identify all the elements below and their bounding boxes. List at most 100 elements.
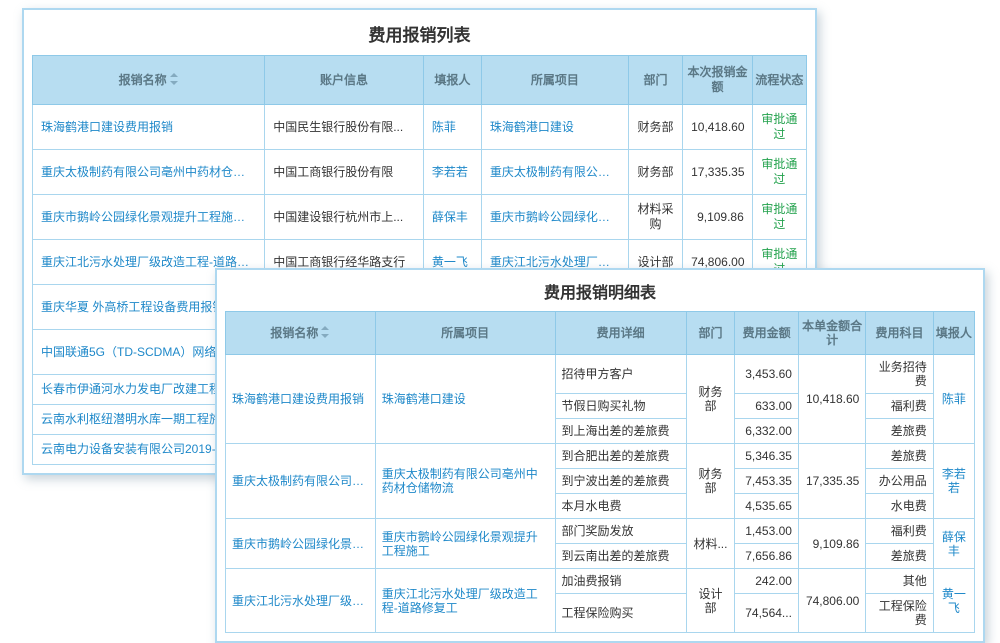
detail-col-dept: 部门	[686, 312, 735, 355]
detail-project-cell[interactable]: 重庆太极制药有限公司亳州中药材仓储物流	[375, 444, 555, 519]
detail-category-cell: 差旅费	[866, 544, 933, 569]
detail-expense-cell: 到宁波出差的差旅费	[555, 469, 686, 494]
detail-dept-cell: 设计部	[686, 569, 735, 633]
detail-dept-cell: 财务部	[686, 444, 735, 519]
detail-project-cell[interactable]: 重庆市鹅岭公园绿化景观提升工程施工	[375, 519, 555, 569]
detail-table-row: 重庆市鹅岭公园绿化景观提升工程...重庆市鹅岭公园绿化景观提升工程施工部门奖励发…	[226, 519, 975, 544]
list-account-cell: 中国建设银行杭州市上...	[265, 195, 424, 240]
sort-icon[interactable]	[321, 326, 330, 338]
detail-category-cell: 其他	[866, 569, 933, 594]
detail-category-cell: 福利费	[866, 394, 933, 419]
list-dept-cell: 材料采购	[628, 195, 682, 240]
list-project-cell[interactable]: 珠海鹤港口建设	[481, 105, 628, 150]
list-status-cell: 审批通过	[752, 105, 806, 150]
list-col-amount: 本次报销金额	[683, 56, 753, 105]
list-table-row: 珠海鹤港口建设费用报销中国民生银行股份有限...陈菲珠海鹤港口建设财务部10,4…	[33, 105, 807, 150]
detail-amount-cell: 242.00	[735, 569, 799, 594]
list-table-title: 费用报销列表	[24, 10, 815, 55]
detail-expense-cell: 到上海出差的差旅费	[555, 419, 686, 444]
detail-category-cell: 办公用品	[866, 469, 933, 494]
list-col-status: 流程状态	[752, 56, 806, 105]
detail-total-cell: 74,806.00	[798, 569, 865, 633]
detail-reporter-cell[interactable]: 黄一飞	[933, 569, 974, 633]
detail-category-cell: 差旅费	[866, 419, 933, 444]
detail-project-cell[interactable]: 珠海鹤港口建设	[375, 355, 555, 444]
detail-col-detail: 费用详细	[555, 312, 686, 355]
detail-expense-cell: 加油费报销	[555, 569, 686, 594]
detail-col-project: 所属项目	[375, 312, 555, 355]
list-col-name-label: 报销名称	[119, 73, 167, 87]
list-project-cell[interactable]: 重庆太极制药有限公司亳州中...	[481, 150, 628, 195]
detail-amount-cell: 4,535.65	[735, 494, 799, 519]
detail-expense-cell: 到云南出差的差旅费	[555, 544, 686, 569]
list-amount-cell: 17,335.35	[683, 150, 753, 195]
detail-amount-cell: 3,453.60	[735, 355, 799, 394]
list-dept-cell: 财务部	[628, 105, 682, 150]
detail-amount-cell: 7,453.35	[735, 469, 799, 494]
list-amount-cell: 10,418.60	[683, 105, 753, 150]
list-account-cell: 中国工商银行股份有限	[265, 150, 424, 195]
detail-amount-cell: 6,332.00	[735, 419, 799, 444]
list-table-row: 重庆市鹅岭公园绿化景观提升工程施工费用报销中国建设银行杭州市上...薛保丰重庆市…	[33, 195, 807, 240]
detail-col-category: 费用科目	[866, 312, 933, 355]
detail-expense-cell: 招待甲方客户	[555, 355, 686, 394]
list-name-cell[interactable]: 珠海鹤港口建设费用报销	[33, 105, 265, 150]
detail-name-cell[interactable]: 珠海鹤港口建设费用报销	[226, 355, 376, 444]
detail-col-name-label: 报销名称	[270, 326, 318, 340]
detail-amount-cell: 7,656.86	[735, 544, 799, 569]
detail-project-cell[interactable]: 重庆江北污水处理厂级改造工程-道路修复工	[375, 569, 555, 633]
detail-table-row: 重庆太极制药有限公司亳州中药材...重庆太极制药有限公司亳州中药材仓储物流到合肥…	[226, 444, 975, 469]
detail-col-total: 本单金额合计	[798, 312, 865, 355]
list-col-reporter: 填报人	[423, 56, 481, 105]
list-table-header-row: 报销名称 账户信息 填报人 所属项目 部门 本次报销金额 流程状态	[33, 56, 807, 105]
detail-expense-cell: 本月水电费	[555, 494, 686, 519]
detail-category-cell: 水电费	[866, 494, 933, 519]
detail-reporter-cell[interactable]: 李若若	[933, 444, 974, 519]
detail-table-row: 珠海鹤港口建设费用报销珠海鹤港口建设招待甲方客户财务部3,453.6010,41…	[226, 355, 975, 394]
list-project-cell[interactable]: 重庆市鹅岭公园绿化景观提升...	[481, 195, 628, 240]
detail-reporter-cell[interactable]: 薛保丰	[933, 519, 974, 569]
list-col-name[interactable]: 报销名称	[33, 56, 265, 105]
list-reporter-cell[interactable]: 薛保丰	[423, 195, 481, 240]
detail-category-cell: 福利费	[866, 519, 933, 544]
list-col-account: 账户信息	[265, 56, 424, 105]
detail-expense-cell: 到合肥出差的差旅费	[555, 444, 686, 469]
detail-category-cell: 业务招待费	[866, 355, 933, 394]
detail-category-cell: 差旅费	[866, 444, 933, 469]
list-account-cell: 中国民生银行股份有限...	[265, 105, 424, 150]
detail-expense-cell: 工程保险购买	[555, 594, 686, 633]
list-col-project: 所属项目	[481, 56, 628, 105]
detail-total-cell: 17,335.35	[798, 444, 865, 519]
detail-amount-cell: 5,346.35	[735, 444, 799, 469]
list-status-cell: 审批通过	[752, 150, 806, 195]
list-name-cell[interactable]: 重庆市鹅岭公园绿化景观提升工程施工费用报销	[33, 195, 265, 240]
detail-expense-cell: 节假日购买礼物	[555, 394, 686, 419]
detail-col-name[interactable]: 报销名称	[226, 312, 376, 355]
list-status-cell: 审批通过	[752, 195, 806, 240]
detail-name-cell[interactable]: 重庆江北污水处理厂级改造工程-...	[226, 569, 376, 633]
detail-total-cell: 10,418.60	[798, 355, 865, 444]
list-name-cell[interactable]: 重庆太极制药有限公司亳州中药材仓储物流基地项...	[33, 150, 265, 195]
detail-total-cell: 9,109.86	[798, 519, 865, 569]
detail-name-cell[interactable]: 重庆市鹅岭公园绿化景观提升工程...	[226, 519, 376, 569]
detail-table-title: 费用报销明细表	[217, 270, 983, 311]
detail-expense-cell: 部门奖励发放	[555, 519, 686, 544]
detail-name-cell[interactable]: 重庆太极制药有限公司亳州中药材...	[226, 444, 376, 519]
list-reporter-cell[interactable]: 陈菲	[423, 105, 481, 150]
detail-reporter-cell[interactable]: 陈菲	[933, 355, 974, 444]
detail-col-amount: 费用金额	[735, 312, 799, 355]
detail-dept-cell: 材料...	[686, 519, 735, 569]
detail-category-cell: 工程保险费	[866, 594, 933, 633]
list-reporter-cell[interactable]: 李若若	[423, 150, 481, 195]
detail-col-reporter: 填报人	[933, 312, 974, 355]
detail-dept-cell: 财务部	[686, 355, 735, 444]
list-col-dept: 部门	[628, 56, 682, 105]
detail-table-row: 重庆江北污水处理厂级改造工程-...重庆江北污水处理厂级改造工程-道路修复工加油…	[226, 569, 975, 594]
expense-detail-window: 费用报销明细表 报销名称 所属项目 费用详细 部门 费用金额 本单金额合计 费用…	[215, 268, 985, 643]
detail-table-header-row: 报销名称 所属项目 费用详细 部门 费用金额 本单金额合计 费用科目 填报人	[226, 312, 975, 355]
sort-icon[interactable]	[170, 73, 179, 85]
detail-amount-cell: 74,564...	[735, 594, 799, 633]
detail-amount-cell: 1,453.00	[735, 519, 799, 544]
detail-amount-cell: 633.00	[735, 394, 799, 419]
list-dept-cell: 财务部	[628, 150, 682, 195]
